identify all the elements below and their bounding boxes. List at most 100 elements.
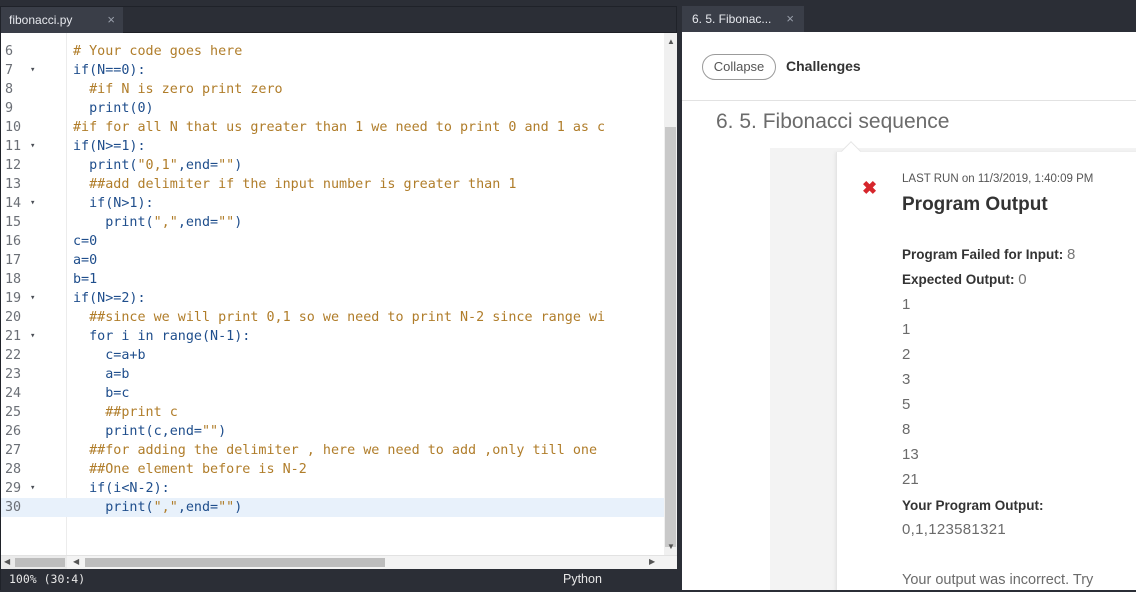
line-number: 24 xyxy=(5,386,22,401)
code-token: b=1 xyxy=(73,272,98,287)
line-number: 27 xyxy=(5,443,22,458)
tab-fibonacci-challenge[interactable]: 6. 5. Fibonac... × xyxy=(682,6,804,32)
line-number: 15 xyxy=(5,215,22,230)
code-line[interactable]: 29 ▾ if(i<N-2): xyxy=(1,479,664,498)
code-text: b=1 xyxy=(73,270,97,289)
scroll-up-icon[interactable]: ▲ xyxy=(667,37,675,46)
code-text: ##One element before is N-2 xyxy=(73,460,307,479)
gutter-scrollbar[interactable]: ◀ xyxy=(1,556,67,569)
tab-fibonacci-py[interactable]: fibonacci.py × xyxy=(1,7,123,33)
code-line[interactable]: 12 print("0,1",end="") xyxy=(1,156,664,175)
code-line[interactable]: 24 b=c xyxy=(1,384,664,403)
code-text: c=a+b xyxy=(73,346,146,365)
editor-pane: fibonacci.py × 6 # Your code goes here 7 ▾ i… xyxy=(0,6,677,590)
language-mode[interactable]: Python xyxy=(563,569,602,590)
code-text: #if N is zero print zero xyxy=(73,80,283,99)
code-line[interactable]: 21 ▾ for i in range(N-1): xyxy=(1,327,664,346)
code-line[interactable]: 28 ##One element before is N-2 xyxy=(1,460,664,479)
close-icon[interactable]: × xyxy=(107,7,115,33)
fold-toggle-icon[interactable]: ▾ xyxy=(30,137,35,156)
code-token: if(N>=1): xyxy=(73,139,146,154)
code-text: a=0 xyxy=(73,251,97,270)
code-token: ,end= xyxy=(177,500,219,515)
code-line[interactable]: 14 ▾ if(N>1): xyxy=(1,194,664,213)
code-line[interactable]: 30 print(",",end="") xyxy=(1,498,664,517)
failed-input-row: Program Failed for Input: 8 xyxy=(902,246,1075,263)
expected-output-row: Expected Output: 0 xyxy=(902,271,1027,288)
code-line[interactable]: 13 ##add delimiter if the input number i… xyxy=(1,175,664,194)
fold-toggle-icon[interactable]: ▾ xyxy=(30,61,35,80)
horizontal-scroll-thumb[interactable] xyxy=(85,558,385,567)
code-comment: # Your code goes here xyxy=(73,44,243,59)
code-token: a=0 xyxy=(73,253,98,268)
code-line[interactable]: 23 a=b xyxy=(1,365,664,384)
code-token: ,end= xyxy=(177,158,219,173)
code-text: if(N>=2): xyxy=(73,289,146,308)
expected-sequence-item: 13 xyxy=(902,446,919,463)
code-token: ,end= xyxy=(177,215,219,230)
panel-tabbar: 6. 5. Fibonac... × xyxy=(682,6,1136,32)
code-line[interactable]: 18 b=1 xyxy=(1,270,664,289)
code-token: ) xyxy=(234,215,243,230)
code-line[interactable]: 9 print(0) xyxy=(1,99,664,118)
code-line[interactable]: 17 a=0 xyxy=(1,251,664,270)
code-string: "" xyxy=(218,215,235,230)
code-line[interactable]: 7 ▾ if(N==0): xyxy=(1,61,664,80)
code-text: if(i<N-2): xyxy=(73,479,170,498)
code-token: print( xyxy=(73,215,154,230)
code-text: print("0,1",end="") xyxy=(73,156,242,175)
close-icon[interactable]: × xyxy=(786,6,794,32)
failed-input-value: 8 xyxy=(1067,246,1076,263)
code-editor[interactable]: 6 # Your code goes here 7 ▾ if(N==0): 8 #if N… xyxy=(1,33,664,555)
vertical-scrollbar[interactable]: ▲ ▼ xyxy=(664,33,677,555)
code-token: c=a+b xyxy=(73,348,146,363)
code-comment: ##for adding the delimiter , here we nee… xyxy=(73,443,598,458)
code-line[interactable]: 15 print(",",end="") xyxy=(1,213,664,232)
code-line[interactable]: 26 print(c,end="") xyxy=(1,422,664,441)
collapse-button[interactable]: Collapse xyxy=(702,54,776,80)
fold-toggle-icon[interactable]: ▾ xyxy=(30,289,35,308)
status-bar: 100% (30:4) Python xyxy=(1,569,677,590)
incorrect-message: Your output was incorrect. Try xyxy=(902,572,1094,588)
code-text: ##add delimiter if the input number is g… xyxy=(73,175,516,194)
code-token: if(N>1): xyxy=(73,196,154,211)
expected-output-label: Expected Output: xyxy=(902,272,1015,287)
fold-toggle-icon[interactable]: ▾ xyxy=(30,327,35,346)
code-line[interactable]: 27 ##for adding the delimiter , here we … xyxy=(1,441,664,460)
line-number: 6 xyxy=(5,44,14,59)
code-line[interactable]: 19 ▾ if(N>=2): xyxy=(1,289,664,308)
code-line[interactable]: 16 c=0 xyxy=(1,232,664,251)
code-line[interactable]: 6 # Your code goes here xyxy=(1,42,664,61)
code-token: ) xyxy=(234,500,243,515)
scroll-left-icon[interactable]: ◀ xyxy=(73,557,79,566)
line-number: 11 xyxy=(5,139,22,154)
line-number: 25 xyxy=(5,405,22,420)
code-string: "" xyxy=(202,424,219,439)
code-line[interactable]: 8 #if N is zero print zero xyxy=(1,80,664,99)
code-line[interactable]: 22 c=a+b xyxy=(1,346,664,365)
challenges-link[interactable]: Challenges xyxy=(786,58,861,74)
code-line[interactable]: 25 ##print c xyxy=(1,403,664,422)
line-number: 30 xyxy=(5,500,22,515)
horizontal-scrollbar[interactable]: ◀ ◀ ▶ xyxy=(1,555,677,569)
code-line[interactable]: 10 #if for all N that us greater than 1 w… xyxy=(1,118,664,137)
line-number: 16 xyxy=(5,234,22,249)
scroll-left-icon[interactable]: ◀ xyxy=(4,557,10,566)
scroll-right-icon[interactable]: ▶ xyxy=(649,557,655,566)
failed-input-label: Program Failed for Input: xyxy=(902,247,1064,262)
fold-toggle-icon[interactable]: ▾ xyxy=(30,479,35,498)
line-number: 7 xyxy=(5,63,14,78)
section-title: 6. 5. Fibonacci sequence xyxy=(716,110,950,133)
code-comment: ##print c xyxy=(73,405,178,420)
scroll-down-icon[interactable]: ▼ xyxy=(667,542,675,551)
code-token: c=0 xyxy=(73,234,98,249)
code-line[interactable]: 11 ▾ if(N>=1): xyxy=(1,137,664,156)
code-string: "," xyxy=(153,215,178,230)
line-number: 14 xyxy=(5,196,22,211)
expected-sequence-item: 21 xyxy=(902,471,919,488)
gutter-scroll-thumb[interactable] xyxy=(15,558,65,567)
vertical-scroll-thumb[interactable] xyxy=(665,127,676,547)
expected-sequence-item: 3 xyxy=(902,371,911,388)
code-line[interactable]: 20 ##since we will print 0,1 so we need … xyxy=(1,308,664,327)
fold-toggle-icon[interactable]: ▾ xyxy=(30,194,35,213)
